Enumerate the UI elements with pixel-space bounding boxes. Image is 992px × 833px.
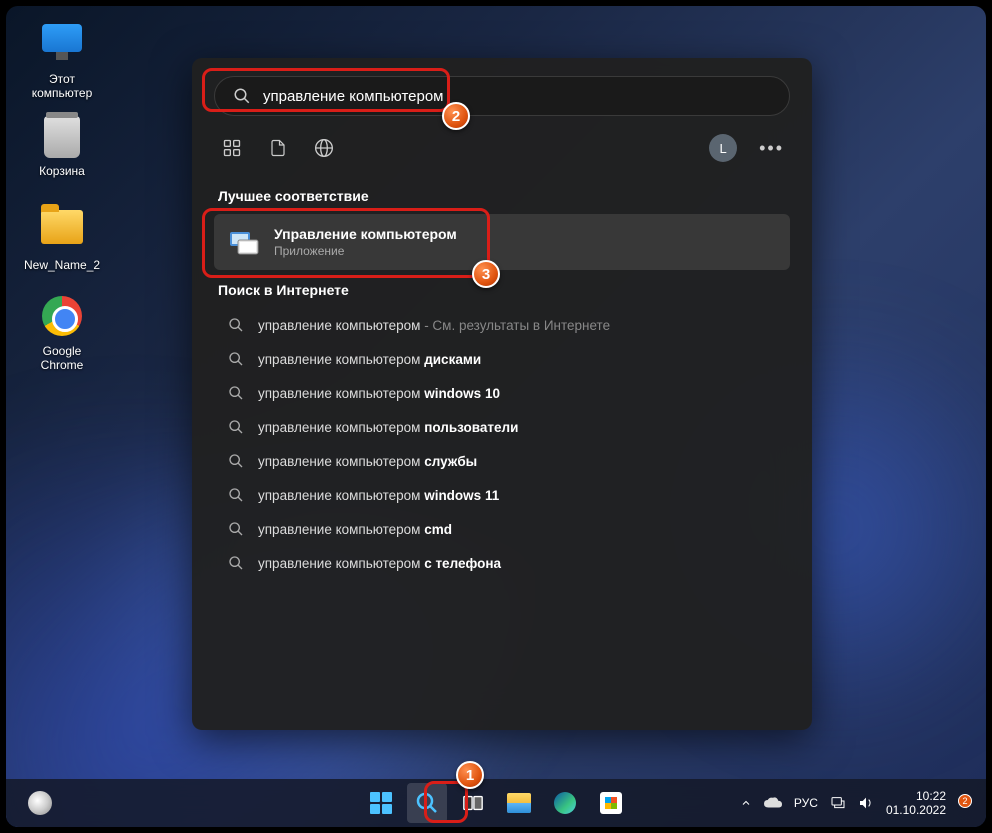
- search-input[interactable]: [263, 88, 771, 105]
- search-icon: [228, 453, 244, 469]
- folder-icon: [507, 793, 531, 813]
- start-button[interactable]: [361, 783, 401, 823]
- search-icon: [415, 791, 439, 815]
- best-match-header: Лучшее соответствие: [218, 188, 790, 204]
- monitor-icon: [42, 24, 82, 52]
- best-match-item[interactable]: Управление компьютером Приложение: [214, 214, 790, 270]
- store-icon: [600, 792, 622, 814]
- volume-icon[interactable]: [858, 795, 874, 811]
- search-icon: [233, 87, 251, 105]
- filter-row: L •••: [214, 134, 790, 176]
- user-avatar[interactable]: L: [709, 134, 737, 162]
- computer-management-icon: [228, 226, 260, 258]
- search-icon: [228, 317, 244, 333]
- filter-apps-icon[interactable]: [220, 136, 244, 160]
- search-button[interactable]: [407, 783, 447, 823]
- time: 10:22: [886, 789, 946, 803]
- web-result-text: управление компьютером cmd: [258, 522, 452, 537]
- desktop-icon-chrome[interactable]: Google Chrome: [24, 296, 100, 373]
- onedrive-icon[interactable]: [764, 797, 782, 809]
- task-view-icon: [462, 792, 484, 814]
- icon-label: Google Chrome: [24, 344, 100, 373]
- task-view-button[interactable]: [453, 783, 493, 823]
- search-icon: [228, 419, 244, 435]
- web-result-text: управление компьютером с телефона: [258, 556, 501, 571]
- language-indicator[interactable]: РУС: [794, 796, 818, 810]
- web-result-text: управление компьютером пользователи: [258, 420, 518, 435]
- more-button[interactable]: •••: [759, 138, 784, 159]
- search-icon: [228, 385, 244, 401]
- search-icon: [228, 555, 244, 571]
- web-results-list: управление компьютером - См. результаты …: [214, 308, 790, 580]
- desktop: Этот компьютер Корзина New_Name_2 Google…: [6, 6, 986, 827]
- search-icon: [228, 351, 244, 367]
- web-result-item[interactable]: управление компьютером пользователи: [214, 410, 790, 444]
- search-box[interactable]: [214, 76, 790, 116]
- file-explorer-button[interactable]: [499, 783, 539, 823]
- folder-icon: [41, 210, 83, 244]
- desktop-icon-folder[interactable]: New_Name_2: [24, 206, 100, 272]
- network-icon[interactable]: [830, 795, 846, 811]
- weather-icon: [28, 791, 52, 815]
- filter-web-icon[interactable]: [312, 136, 336, 160]
- web-search-header: Поиск в Интернете: [218, 282, 790, 298]
- desktop-icon-this-pc[interactable]: Этот компьютер: [24, 24, 100, 101]
- web-result-item[interactable]: управление компьютером cmd: [214, 512, 790, 546]
- search-icon: [228, 487, 244, 503]
- store-button[interactable]: [591, 783, 631, 823]
- filter-documents-icon[interactable]: [266, 136, 290, 160]
- edge-button[interactable]: [545, 783, 585, 823]
- tray-chevron[interactable]: [740, 797, 752, 809]
- web-result-text: управление компьютером дисками: [258, 352, 481, 367]
- search-icon: [228, 521, 244, 537]
- windows-icon: [370, 792, 392, 814]
- notification-badge[interactable]: 2: [958, 794, 972, 808]
- web-result-item[interactable]: управление компьютером с телефона: [214, 546, 790, 580]
- taskbar: РУС 10:22 01.10.2022 2: [6, 779, 986, 827]
- web-result-item[interactable]: управление компьютером службы: [214, 444, 790, 478]
- icon-label: Этот компьютер: [24, 72, 100, 101]
- web-result-text: управление компьютером - См. результаты …: [258, 318, 610, 333]
- widgets-button[interactable]: [20, 783, 60, 823]
- icon-label: New_Name_2: [24, 258, 100, 272]
- desktop-icon-recycle-bin[interactable]: Корзина: [24, 116, 100, 178]
- icon-label: Корзина: [24, 164, 100, 178]
- date: 01.10.2022: [886, 803, 946, 817]
- best-match-subtitle: Приложение: [274, 244, 457, 258]
- web-result-item[interactable]: управление компьютером - См. результаты …: [214, 308, 790, 342]
- web-result-item[interactable]: управление компьютером дисками: [214, 342, 790, 376]
- chrome-icon: [42, 296, 82, 336]
- edge-icon: [554, 792, 576, 814]
- web-result-text: управление компьютером windows 10: [258, 386, 500, 401]
- web-result-item[interactable]: управление компьютером windows 10: [214, 376, 790, 410]
- web-result-text: управление компьютером службы: [258, 454, 477, 469]
- search-panel: L ••• Лучшее соответствие Управление ком…: [192, 58, 812, 730]
- best-match-title: Управление компьютером: [274, 226, 457, 242]
- trash-icon: [44, 116, 80, 158]
- web-result-text: управление компьютером windows 11: [258, 488, 499, 503]
- clock[interactable]: 10:22 01.10.2022: [886, 789, 946, 818]
- web-result-item[interactable]: управление компьютером windows 11: [214, 478, 790, 512]
